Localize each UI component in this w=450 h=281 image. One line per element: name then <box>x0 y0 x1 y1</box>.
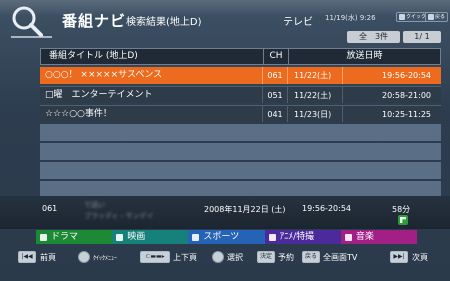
detail-time: 19:56-20:54 <box>302 204 351 213</box>
table-header: 番組タイトル (地上D) CH 放送日時 <box>40 48 441 65</box>
empty-row <box>40 162 441 179</box>
table-row[interactable]: ☆☆☆○○事件！ 041 11/23(日) 10:25-11:25 <box>40 105 441 122</box>
prev-page-label: 前頁 <box>40 253 56 262</box>
back-icon <box>428 14 434 20</box>
detail-duration: 58分 <box>392 205 411 214</box>
screen-title: 検索結果(地上D) <box>126 17 202 28</box>
app-title: 番組ナビ <box>62 12 127 30</box>
page-indicator: 1/ 1 <box>403 31 441 43</box>
detail-channel: 061 <box>42 204 58 213</box>
empty-row <box>40 124 441 141</box>
reserve-label: 予約 <box>278 253 294 262</box>
program-date: 11/22(土) <box>287 87 342 103</box>
column-title: 番組タイトル (地上D) <box>49 51 138 61</box>
genre-label: スポーツ <box>203 232 240 242</box>
drama-icon <box>40 233 47 241</box>
genre-music-button[interactable]: 音楽 <box>340 230 418 244</box>
empty-row <box>40 143 441 160</box>
back-button[interactable]: 戻る <box>425 12 449 22</box>
program-title: ○○○！ ×××××サスペンス <box>45 70 163 80</box>
program-title: ☆☆☆○○事件！ <box>45 109 112 119</box>
sports-icon <box>192 233 200 241</box>
detail-date: 2008年11月22日 (土) <box>204 205 286 214</box>
table-row[interactable]: □曜 エンターテイメント 051 11/22(土) 20:58-21:00 <box>40 86 441 103</box>
magnifier-logo-icon <box>11 6 52 38</box>
program-channel: 061 <box>262 67 287 84</box>
quick-menu-key-icon[interactable] <box>78 251 90 263</box>
current-datetime: 11/19(水) 9:26 <box>325 14 376 22</box>
genre-movie-button[interactable]: 映画 <box>112 230 189 244</box>
decide-key[interactable]: 決定 <box>257 251 275 263</box>
select-dpad-icon[interactable] <box>212 251 224 263</box>
program-time: 20:58-21:00 <box>342 87 441 103</box>
anime-icon <box>268 233 276 241</box>
fullscreen-tv-label: 全画面TV <box>323 253 358 262</box>
genre-bar: ドラマ 映画 スポーツ ｱﾆﾒ/特撮 音楽 <box>36 230 418 244</box>
detail-description-line: で話い <box>84 201 105 209</box>
quick-menu-label: ｸｲｯｸﾒﾆｭｰ <box>93 255 118 262</box>
prev-page-key-icon[interactable]: |◀◀ <box>18 251 36 263</box>
select-label: 選択 <box>227 253 243 262</box>
program-channel: 041 <box>262 106 287 122</box>
detail-description-line: ブラッディ・サンデイ <box>84 212 154 220</box>
result-count: 全 3件 <box>347 31 400 43</box>
genre-label: ｱﾆﾒ/特撮 <box>279 232 315 242</box>
back-key[interactable]: 戻る <box>302 251 320 263</box>
next-page-label: 次頁 <box>412 253 428 262</box>
channel-updown-key-icon[interactable]: ⊂▬▬▸ <box>140 251 170 263</box>
music-icon <box>344 233 352 241</box>
program-detail: 061 で話い ブラッディ・サンデイ 2008年11月22日 (土) 19:56… <box>0 196 450 229</box>
program-time: 10:25-11:25 <box>342 106 441 122</box>
footer-key-guide: |◀◀ 前頁 ｸｲｯｸﾒﾆｭｰ ⊂▬▬▸ 上下頁 選択 決定 予約 戻る 全画面… <box>0 251 450 265</box>
genre-label: 映画 <box>127 232 146 242</box>
header: 番組ナビ 検索結果(地上D) テレビ 11/19(水) 9:26 クイックモード… <box>0 0 450 44</box>
program-date: 11/22(土) <box>287 67 342 84</box>
genre-label: ドラマ <box>51 232 79 242</box>
genre-anime-button[interactable]: ｱﾆﾒ/特撮 <box>264 230 341 244</box>
program-channel: 051 <box>262 87 287 103</box>
back-label: 戻る <box>435 14 446 20</box>
column-airtime: 放送日時 <box>288 49 440 64</box>
source-label: テレビ <box>283 17 313 28</box>
quick-mode-icon <box>399 14 405 20</box>
genre-drama-icon <box>398 215 408 225</box>
movie-icon <box>116 233 124 241</box>
genre-drama-button[interactable]: ドラマ <box>36 230 113 244</box>
results-table: 番組タイトル (地上D) CH 放送日時 ○○○！ ×××××サスペンス 061… <box>40 48 441 217</box>
program-title: □曜 エンターテイメント <box>45 90 153 100</box>
column-ch: CH <box>263 49 288 64</box>
updown-page-label: 上下頁 <box>173 253 197 262</box>
program-date: 11/23(日) <box>287 106 342 122</box>
program-time: 19:56-20:54 <box>342 67 441 84</box>
genre-sports-button[interactable]: スポーツ <box>188 230 265 244</box>
detail-description: で話い ブラッディ・サンデイ <box>84 200 184 226</box>
table-row[interactable]: ○○○！ ×××××サスペンス 061 11/22(土) 19:56-20:54 <box>40 67 441 84</box>
next-page-key-icon[interactable]: ▶▶| <box>390 251 408 263</box>
genre-label: 音楽 <box>355 232 374 242</box>
program-navi-screen: 番組ナビ 検索結果(地上D) テレビ 11/19(水) 9:26 クイックモード… <box>0 0 450 281</box>
